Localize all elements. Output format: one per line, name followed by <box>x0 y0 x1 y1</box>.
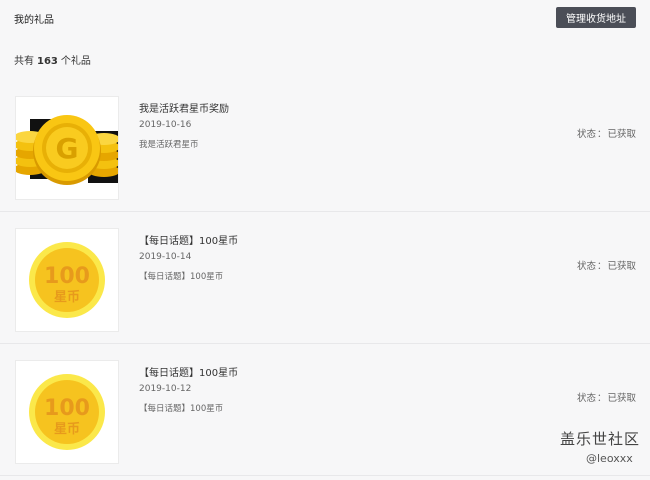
svg-text:G: G <box>56 132 79 165</box>
gift-status: 状态：已获取 <box>576 129 636 140</box>
gift-title[interactable]: 【每日话题】100星币 <box>139 364 238 379</box>
100-star-coin-icon: 100 星币 <box>29 374 105 450</box>
status-label: 状态 <box>576 393 596 404</box>
status-label: 状态 <box>576 129 596 140</box>
manage-address-button[interactable]: 管理收货地址 <box>556 7 636 28</box>
coin-unit: 星币 <box>54 290 80 305</box>
gift-description: 【每日话题】100星币 <box>139 272 224 282</box>
gift-date: 2019-10-14 <box>139 252 192 262</box>
status-value: 已获取 <box>607 261 636 272</box>
gift-thumbnail[interactable]: G <box>15 96 119 200</box>
coin-value: 100 <box>44 264 90 289</box>
watermark-brand: 盖乐世社区 <box>560 430 641 448</box>
gold-coin-stack-icon: G <box>16 97 118 199</box>
status-value: 已获取 <box>607 129 636 140</box>
gift-description: 我是活跃君星币 <box>139 140 199 150</box>
page-title: 我的礼品 <box>14 15 54 26</box>
watermark-user: @leoxxx <box>586 452 633 465</box>
gift-status: 状态：已获取 <box>576 261 636 272</box>
gift-list-item[interactable]: G 我是活跃君星币奖励 2019-10-16 我是活跃君星币 状态：已获取 <box>0 81 650 212</box>
gift-title[interactable]: 【每日话题】100星币 <box>139 232 238 247</box>
page-header: 我的礼品 管理收货地址 <box>0 0 650 36</box>
gift-date: 2019-10-16 <box>139 120 192 130</box>
status-label: 状态 <box>576 261 596 272</box>
gift-count-prefix: 共有 <box>14 56 34 67</box>
gift-date: 2019-10-12 <box>139 384 192 394</box>
gift-description: 【每日话题】100星币 <box>139 404 224 414</box>
gift-title[interactable]: 我是活跃君星币奖励 <box>139 100 229 115</box>
gift-count-suffix: 个礼品 <box>60 56 91 67</box>
gift-thumbnail[interactable]: 100 星币 <box>15 228 119 332</box>
gift-status: 状态：已获取 <box>576 393 636 404</box>
gift-thumbnail[interactable]: 100 星币 <box>15 360 119 464</box>
gift-count-number: 163 <box>37 56 58 67</box>
gift-count: 共有 163 个礼品 <box>14 52 91 67</box>
coin-unit: 星币 <box>54 422 80 437</box>
gift-list-item[interactable]: 100 星币 【每日话题】100星币 2019-10-12 【每日话题】100星… <box>0 345 650 476</box>
gift-list-item[interactable]: 100 星币 【每日话题】100星币 2019-10-14 【每日话题】100星… <box>0 213 650 344</box>
status-value: 已获取 <box>607 393 636 404</box>
coin-value: 100 <box>44 396 90 421</box>
100-star-coin-icon: 100 星币 <box>29 242 105 318</box>
